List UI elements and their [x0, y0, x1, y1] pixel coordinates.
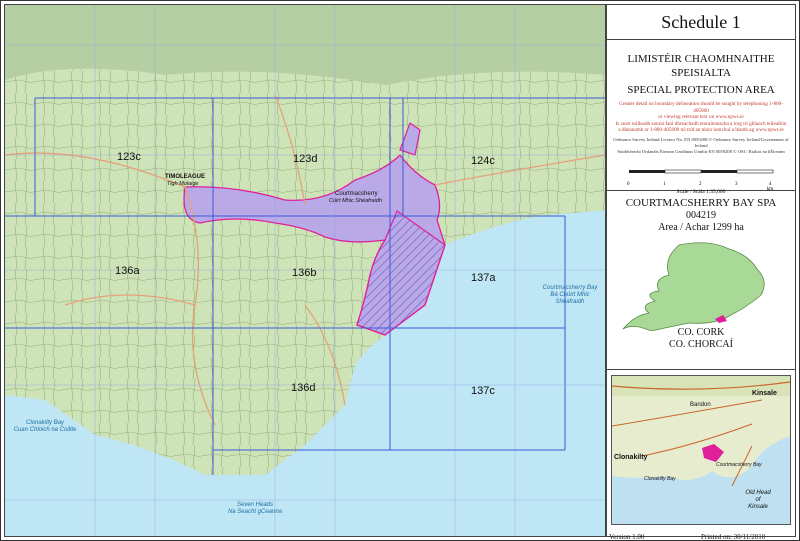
- main-map[interactable]: 123c 123d 124c 136a 136b 137a 136d 137c …: [4, 4, 606, 537]
- schedule-title: Schedule 1: [607, 5, 795, 40]
- place-label-courtmacsherry-irish: Cúirt Mhic Shéafraidh: [329, 198, 382, 204]
- locator-clonakilty-bay: Clonakilty Bay: [644, 476, 676, 482]
- sheet-label: 136a: [115, 265, 140, 277]
- boundary-note: Greater detail on boundary delineation s…: [615, 101, 787, 133]
- scale-ticks: 0 1 2 3 4 km: [627, 182, 774, 192]
- sea-label-clonakilty-bay: Clonakilty Bay Cuan Chloich na Coillte: [13, 420, 77, 433]
- printed-date: Printed on: 30/11/2010: [701, 533, 766, 541]
- legend-panel: Schedule 1 LIMISTÉIR CHAOMHNAITHE SPEISI…: [606, 4, 796, 541]
- locator-bandon: Bandon: [690, 402, 711, 408]
- sheet-label: 136d: [291, 382, 316, 394]
- locator-old-head: Old Head of Kinsale: [745, 490, 771, 510]
- place-label-timoleague-irish: Tigh Molaige: [167, 181, 199, 187]
- site-area: Area / Achar 1299 ha: [658, 222, 744, 233]
- version-label: Version 1.00: [609, 533, 645, 541]
- place-label-courtmacsherry: Courtmacsherry: [335, 191, 378, 197]
- licence-text: Ordnance Survey Ireland Licence No. EN 0…: [613, 136, 789, 154]
- scale-bar-graphic: [629, 169, 774, 174]
- sea-label-courtmacsherry-bay: Courtmacsherry Bay Bá Chúirt Mhic Shéafr…: [542, 285, 598, 305]
- site-name: COURTMACSHERRY BAY SPA: [625, 197, 777, 209]
- sea-label-seven-heads: Seven Heads Na Seacht gCeanna: [227, 502, 283, 515]
- locator-kinsale: Kinsale: [752, 390, 777, 397]
- sheet-label: 136b: [292, 267, 317, 279]
- sheet-label: 137a: [471, 272, 496, 284]
- heading-english: SPECIAL PROTECTION AREA: [627, 84, 775, 96]
- county-english: CO. CORK: [677, 327, 725, 338]
- sheet-label: 124c: [471, 155, 495, 167]
- sheet-label: 137c: [471, 385, 495, 397]
- place-label-timoleague: TIMOLEAGUE: [165, 174, 205, 180]
- sheet-label: 123c: [117, 151, 141, 163]
- locator-clonakilty: Clonakilty: [614, 454, 648, 461]
- county-block: CO. CORK CO. CHORCAÍ: [607, 327, 795, 351]
- locator-courtmacsherry-bay: Courtmacsherry Bay: [716, 462, 762, 468]
- heading-irish-line-1: LIMISTÉIR CHAOMHNAITHE: [627, 53, 775, 65]
- heading-irish-line-2: SPEISIALTA: [671, 67, 731, 79]
- site-code: 004219: [686, 210, 716, 221]
- spa-heading-block: LIMISTÉIR CHAOMHNAITHE SPEISIALTA SPECIA…: [607, 40, 795, 195]
- county-outline-map: [622, 242, 765, 331]
- sheet-label: 123d: [293, 153, 318, 165]
- locator-map[interactable]: Kinsale Clonakilty Bandon Clonakilty Bay…: [611, 375, 791, 525]
- county-irish: CO. CHORCAÍ: [669, 339, 733, 350]
